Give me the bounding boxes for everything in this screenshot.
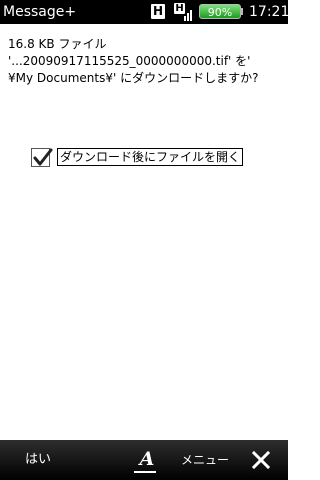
battery-indicator: 90%	[199, 4, 241, 19]
message-line-1: 16.8 KB ファイル	[8, 37, 107, 51]
yes-softkey[interactable]: はい	[25, 452, 51, 468]
menu-softkey[interactable]: メニュー	[181, 452, 229, 468]
close-x-icon[interactable]	[252, 451, 270, 469]
font-underline	[134, 471, 156, 473]
softkey-bar: はい A メニュー	[0, 440, 288, 480]
open-after-download-label[interactable]: ダウンロード後にファイルを開く	[57, 148, 244, 166]
signal-strength-icon	[180, 7, 194, 21]
battery-tip	[241, 8, 243, 15]
status-bar: Message+ H H 90% 17:21	[0, 0, 290, 24]
app-title: Message+	[3, 4, 77, 20]
open-after-download-checkbox[interactable]	[31, 148, 53, 167]
message-line-2: '...20090917115525_0000000000.tif' を'	[8, 54, 251, 68]
font-style-icon[interactable]: A	[139, 449, 155, 471]
message-line-3: ¥My Documents¥' にダウンロードしますか?	[8, 71, 259, 85]
hspa-icon: H	[151, 4, 165, 19]
checkmark-icon	[33, 148, 53, 166]
download-prompt-message: 16.8 KB ファイル '...20090917115525_00000000…	[8, 36, 283, 87]
clock: 17:21	[249, 4, 290, 20]
